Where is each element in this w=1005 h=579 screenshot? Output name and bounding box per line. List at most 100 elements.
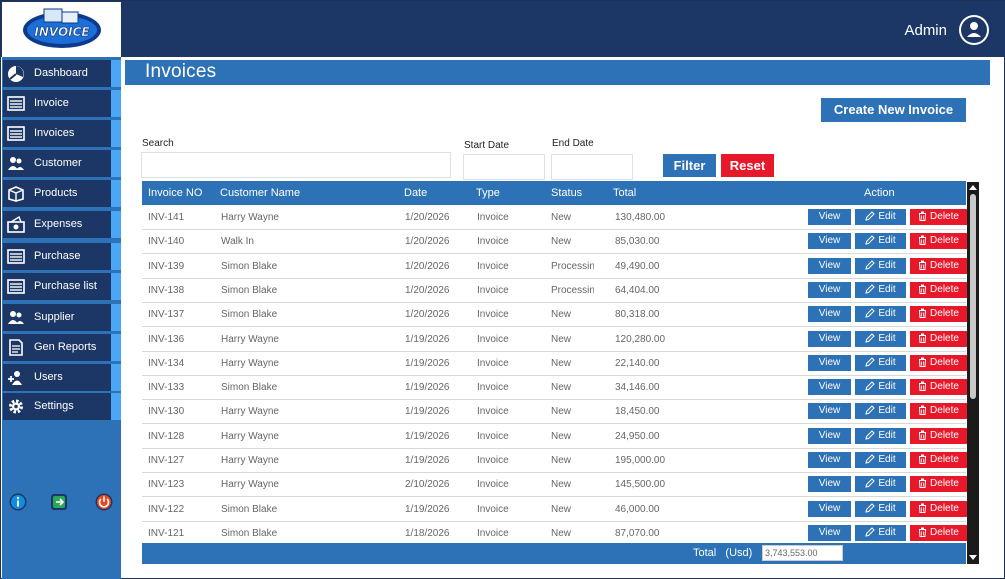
sidebar-item-purchase-list[interactable]: Purchase list <box>3 273 121 300</box>
filter-button[interactable]: Filter <box>663 154 716 177</box>
sidebar-item-supplier[interactable]: Supplier <box>3 304 121 331</box>
edit-button[interactable]: Edit <box>855 306 906 323</box>
cell-type: Invoice <box>477 236 509 248</box>
delete-button[interactable]: Delete <box>910 379 967 396</box>
view-button[interactable]: View <box>808 330 851 347</box>
avatar[interactable] <box>959 15 989 45</box>
end-date-input[interactable] <box>551 154 633 180</box>
sidebar-item-dashboard[interactable]: Dashboard <box>3 60 121 87</box>
view-button[interactable]: View <box>808 209 851 225</box>
delete-button[interactable]: Delete <box>910 354 967 371</box>
edit-button[interactable]: Edit <box>855 354 906 371</box>
delete-button[interactable]: Delete <box>910 476 967 493</box>
logout-icon[interactable] <box>50 493 68 511</box>
view-button[interactable]: View <box>808 281 851 298</box>
view-button[interactable]: View <box>808 306 851 323</box>
col-total: Total <box>613 187 637 199</box>
edit-button[interactable]: Edit <box>855 379 906 396</box>
cell-customer-name: Harry Wayne <box>221 430 279 442</box>
app-window: INVOICE Admin Dashboard Invoice Invoices <box>0 0 1005 579</box>
cell-total: 64,404.00 <box>615 284 660 296</box>
reset-button[interactable]: Reset <box>721 154 774 177</box>
view-button[interactable]: View <box>808 379 851 396</box>
edit-button[interactable]: Edit <box>855 452 906 468</box>
scroll-up-arrow-icon[interactable] <box>969 185 977 190</box>
scroll-thumb[interactable] <box>970 194 976 399</box>
sidebar-item-products[interactable]: Products <box>3 180 121 207</box>
table-row: INV-127 Harry Wayne 1/19/2026 Invoice New 195… <box>142 449 967 473</box>
delete-button[interactable]: Delete <box>910 209 967 225</box>
start-date-input[interactable] <box>463 154 545 180</box>
edit-button[interactable]: Edit <box>855 524 906 541</box>
info-icon[interactable] <box>9 493 27 511</box>
power-icon[interactable] <box>95 493 113 511</box>
delete-button[interactable]: Delete <box>910 281 967 298</box>
delete-button[interactable]: Delete <box>910 306 967 323</box>
edit-button[interactable]: Edit <box>855 330 906 347</box>
delete-label: Delete <box>930 454 959 465</box>
edit-button[interactable]: Edit <box>855 257 906 274</box>
sidebar-item-settings[interactable]: Settings <box>3 393 121 420</box>
edit-label: Edit <box>878 283 896 295</box>
expenses-icon <box>7 216 25 233</box>
delete-button[interactable]: Delete <box>910 233 967 250</box>
sidebar-item-users[interactable]: Users <box>3 364 121 391</box>
delete-button[interactable]: Delete <box>910 452 967 468</box>
delete-label: Delete <box>930 308 959 320</box>
scroll-down-arrow-icon[interactable] <box>969 555 977 560</box>
edit-label: Edit <box>878 381 896 393</box>
cell-status: New <box>551 479 572 491</box>
delete-button[interactable]: Delete <box>910 524 967 541</box>
cell-type: Invoice <box>477 284 509 296</box>
edit-button[interactable]: Edit <box>855 403 906 420</box>
invoices-table: Invoice NO Customer Name Date Type Statu… <box>142 181 979 564</box>
edit-button[interactable]: Edit <box>855 233 906 250</box>
delete-button[interactable]: Delete <box>910 257 967 274</box>
create-new-invoice-button[interactable]: Create New Invoice <box>821 98 966 122</box>
pencil-icon <box>865 211 876 221</box>
sidebar: Dashboard Invoice Invoices Customer Prod… <box>2 57 121 579</box>
edit-button[interactable]: Edit <box>855 281 906 298</box>
sidebar-item-purchase[interactable]: Purchase <box>3 243 121 270</box>
sidebar-item-customer[interactable]: Customer <box>3 150 121 177</box>
delete-button[interactable]: Delete <box>910 500 967 517</box>
total-label: Total (Usd) <box>693 547 752 559</box>
view-button[interactable]: View <box>808 452 851 468</box>
edit-button[interactable]: Edit <box>855 209 906 225</box>
view-button[interactable]: View <box>808 500 851 517</box>
table-scrollbar[interactable] <box>967 182 979 564</box>
pencil-icon <box>865 235 876 245</box>
edit-button[interactable]: Edit <box>855 476 906 493</box>
view-button[interactable]: View <box>808 257 851 274</box>
col-type: Type <box>476 187 500 199</box>
trash-icon <box>919 211 927 221</box>
table-row: INV-139 Simon Blake 1/20/2026 Invoice Proces… <box>142 254 967 279</box>
trash-icon <box>919 503 927 513</box>
search-input[interactable] <box>141 152 451 178</box>
sidebar-item-invoices[interactable]: Invoices <box>3 120 121 147</box>
view-button[interactable]: View <box>808 403 851 420</box>
edit-button[interactable]: Edit <box>855 427 906 444</box>
cell-invoice-no: INV-137 <box>148 309 185 321</box>
sidebar-item-invoice[interactable]: Invoice <box>3 90 121 117</box>
delete-button[interactable]: Delete <box>910 330 967 347</box>
pencil-icon <box>865 332 876 343</box>
edit-label: Edit <box>878 211 896 222</box>
view-button[interactable]: View <box>808 233 851 250</box>
cell-status: New <box>551 236 572 248</box>
cell-customer-name: Simon Blake <box>221 260 278 272</box>
cell-invoice-no: INV-141 <box>148 212 185 223</box>
edit-button[interactable]: Edit <box>855 500 906 517</box>
view-button[interactable]: View <box>808 476 851 493</box>
sidebar-item-gen-reports[interactable]: Gen Reports <box>3 334 121 361</box>
delete-button[interactable]: Delete <box>910 427 967 444</box>
sidebar-item-expenses[interactable]: Expenses <box>3 211 121 238</box>
view-button[interactable]: View <box>808 354 851 371</box>
customer-icon <box>8 157 24 170</box>
delete-button[interactable]: Delete <box>910 403 967 420</box>
table-row: INV-137 Simon Blake 1/20/2026 Invoice New 80,… <box>142 303 967 328</box>
sidebar-item-label: Settings <box>34 400 74 412</box>
view-button[interactable]: View <box>808 427 851 444</box>
view-button[interactable]: View <box>808 524 851 541</box>
edit-label: Edit <box>878 502 896 514</box>
